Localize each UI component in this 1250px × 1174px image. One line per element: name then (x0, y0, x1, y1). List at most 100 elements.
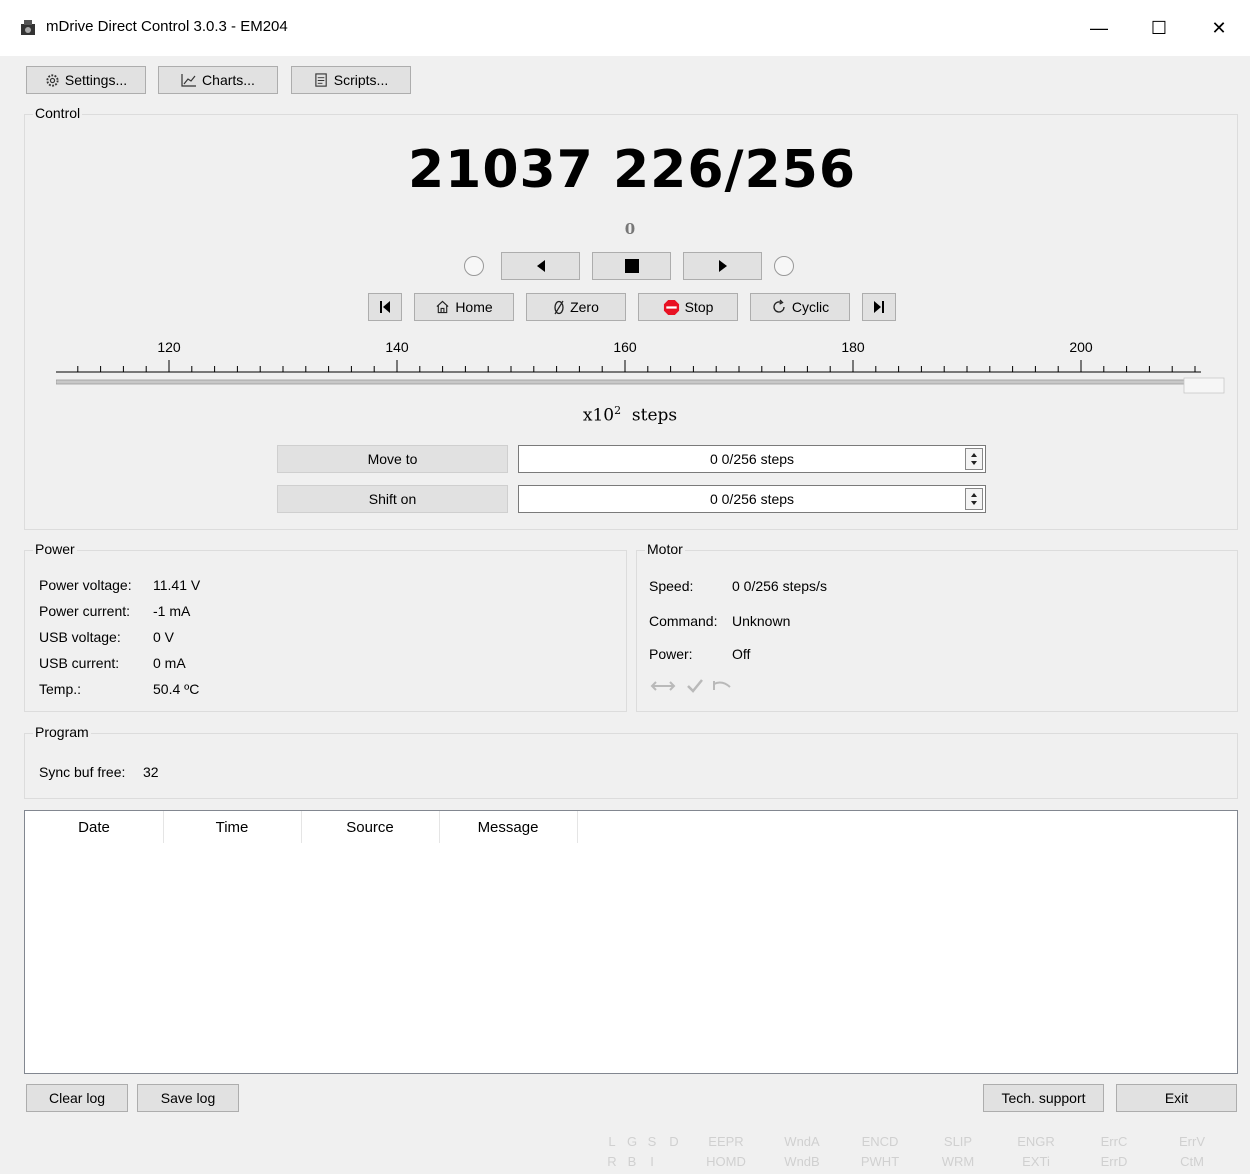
double-arrow-icon (650, 681, 676, 691)
power-current-value: -1 mA (153, 603, 191, 619)
tech-support-button[interactable]: Tech. support (983, 1084, 1104, 1112)
ruler-label: 120 (157, 339, 181, 355)
ruler-label: 200 (1069, 339, 1093, 355)
square-stop-icon (624, 259, 639, 273)
skip-right-icon (874, 301, 884, 313)
flag-errd: ErrD (1100, 1154, 1128, 1169)
settings-label: Settings... (64, 72, 128, 88)
flag-l: L (608, 1134, 616, 1149)
flag-wndb: WndB (784, 1154, 820, 1169)
flag-eepr: EEPR (708, 1134, 744, 1149)
units-suffix: steps (631, 405, 678, 426)
save-log-button[interactable]: Save log (137, 1084, 239, 1112)
chart-icon (181, 74, 197, 87)
move-to-button[interactable]: Move to (277, 445, 508, 473)
flag-b: B (627, 1154, 637, 1169)
triangle-left-icon (536, 260, 545, 272)
position-ruler[interactable]: 120 140 160 180 200 (55, 336, 1226, 396)
flag-ctm: CtM (1180, 1154, 1204, 1169)
log-table[interactable]: Date Time Source Message (24, 810, 1238, 1074)
ruler-slider-handle (1183, 377, 1225, 394)
flag-slip: SLIP (943, 1134, 973, 1149)
motor-group-title: Motor (645, 541, 685, 557)
checkmark-icon (687, 679, 703, 693)
control-group-title: Control (33, 105, 83, 121)
speed-value: 0 0/256 steps/s (732, 578, 827, 594)
window-title: mDrive Direct Control 3.0.3 - EM204 (46, 18, 288, 35)
flag-d: D (669, 1134, 679, 1149)
go-left-end-button[interactable] (368, 293, 402, 321)
command-label: Command: (649, 613, 718, 629)
stop-move-button[interactable] (592, 252, 671, 280)
settings-button[interactable]: Settings... (26, 66, 146, 94)
usb-voltage-value: 0 V (153, 629, 175, 645)
exit-button[interactable]: Exit (1116, 1084, 1237, 1112)
close-button[interactable]: ✕ (1196, 10, 1242, 46)
go-right-end-button[interactable] (862, 293, 896, 321)
move-right-button[interactable] (683, 252, 762, 280)
flag-wnda: WndA (784, 1134, 820, 1149)
clear-log-button[interactable]: Clear log (26, 1084, 128, 1112)
ruler-label: 180 (841, 339, 865, 355)
power-voltage-value: 11.41 V (153, 577, 201, 593)
zero-button[interactable]: Zero (526, 293, 626, 321)
minimize-button[interactable]: — (1076, 10, 1122, 46)
home-button[interactable]: Home (414, 293, 514, 321)
move-left-button[interactable] (501, 252, 580, 280)
flag-homd: HOMD (706, 1154, 746, 1169)
zero-label: Zero (570, 299, 599, 315)
cycle-arrows-icon (773, 299, 785, 313)
usb-current-value: 0 mA (153, 655, 186, 671)
ruler-label: 160 (613, 339, 637, 355)
flag-exti: EXTi (1022, 1154, 1050, 1169)
program-group-title: Program (33, 724, 91, 740)
move-to-spin-arrows[interactable] (965, 448, 983, 470)
encoder-readout: 0 (624, 220, 636, 238)
stop-button[interactable]: Stop (638, 293, 738, 321)
shift-on-spin-arrows[interactable] (965, 488, 983, 510)
home-label: Home (455, 299, 493, 315)
move-to-input[interactable]: 0 0/256 steps (518, 445, 986, 473)
log-column-time[interactable]: Time (163, 811, 302, 843)
sync-buf-label: Sync buf free: (39, 764, 126, 780)
log-column-source[interactable]: Source (301, 811, 440, 843)
skip-left-icon (380, 301, 390, 313)
ruler-label: 140 (385, 339, 409, 355)
flag-i: I (650, 1154, 654, 1169)
flag-s: S (647, 1134, 657, 1149)
speed-label: Speed: (649, 578, 694, 594)
flag-encd: ENCD (861, 1134, 899, 1149)
units-label: x102 steps (560, 404, 700, 426)
status-flags: L R G B S I D EEPR HOMD WndA WndB ENCD P… (604, 1132, 1244, 1174)
title-bar: mDrive Direct Control 3.0.3 - EM204 — ☐ … (0, 0, 1250, 56)
power-group-title: Power (33, 541, 77, 557)
power-voltage-label: Power voltage: (39, 577, 132, 593)
usb-voltage-label: USB voltage: (39, 629, 121, 645)
flag-errc: ErrC (1100, 1134, 1128, 1149)
shift-on-input[interactable]: 0 0/256 steps (518, 485, 986, 513)
move-to-value: 0 0/256 steps (709, 451, 795, 467)
right-limit-indicator (774, 256, 794, 276)
units-base: x10 (582, 405, 615, 426)
temperature-value: 50.4 ºC (153, 681, 200, 697)
program-group (24, 733, 1238, 799)
usb-current-label: USB current: (39, 655, 120, 671)
triangle-right-icon (718, 260, 727, 272)
position-readout: 21037 226/256 (407, 140, 857, 200)
charts-label: Charts... (202, 72, 255, 88)
motor-power-value: Off (732, 646, 751, 662)
command-value: Unknown (732, 613, 791, 629)
log-column-message[interactable]: Message (439, 811, 578, 843)
maximize-button[interactable]: ☐ (1136, 10, 1182, 46)
charts-button[interactable]: Charts... (158, 66, 278, 94)
sync-buf-value: 32 (143, 764, 159, 780)
shift-on-button[interactable]: Shift on (277, 485, 508, 513)
cyclic-label: Cyclic (791, 299, 830, 315)
scripts-button[interactable]: Scripts... (291, 66, 411, 94)
log-column-date[interactable]: Date (25, 811, 164, 843)
script-icon (315, 72, 327, 87)
flag-wrm: WRM (941, 1154, 975, 1169)
flag-r: R (607, 1154, 617, 1169)
cyclic-button[interactable]: Cyclic (750, 293, 850, 321)
motor-status-icons (650, 678, 740, 694)
